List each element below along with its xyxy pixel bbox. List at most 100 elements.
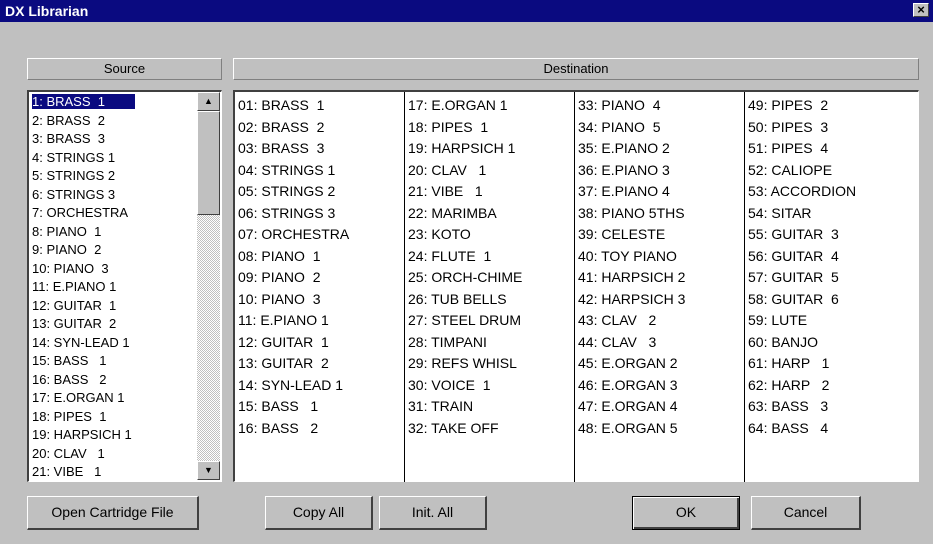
source-list-item[interactable]: 6: STRINGS 3 [32,187,115,202]
destination-slot[interactable]: 41: HARPSICH 2 [578,268,685,286]
destination-slot[interactable]: 16: BASS 2 [238,419,318,437]
ok-button[interactable]: OK [632,496,740,530]
destination-slot[interactable]: 11: E.PIANO 1 [238,311,329,329]
source-list-item[interactable]: 12: GUITAR 1 [32,298,116,313]
source-list-item[interactable]: 1: BRASS 1 [31,93,136,110]
source-list-item[interactable]: 9: PIANO 2 [32,242,101,257]
source-list-item[interactable]: 17: E.ORGAN 1 [32,390,124,405]
destination-column: 49: PIPES 2 50: PIPES 3 51: PIPES 4 52: CAL… [745,92,919,482]
destination-slot[interactable]: 13: GUITAR 2 [238,354,329,372]
source-list-item[interactable]: 14: SYN-LEAD 1 [32,335,130,350]
destination-slot[interactable]: 07: ORCHESTRA [238,225,349,243]
scroll-down-button[interactable]: ▼ [197,461,220,480]
destination-slot[interactable]: 09: PIANO 2 [238,268,320,286]
destination-slot[interactable]: 18: PIPES 1 [408,118,488,136]
source-list-item[interactable]: 20: CLAV 1 [32,446,105,461]
destination-slot[interactable]: 10: PIANO 3 [238,290,320,308]
destination-slot[interactable]: 48: E.ORGAN 5 [578,419,678,437]
destination-slot[interactable]: 31: TRAIN [408,397,473,415]
destination-slot[interactable]: 37: E.PIANO 4 [578,182,670,200]
destination-slot[interactable]: 20: CLAV 1 [408,161,486,179]
source-list-item[interactable]: 11: E.PIANO 1 [32,279,116,294]
destination-slot[interactable]: 14: SYN-LEAD 1 [238,376,343,394]
destination-slot[interactable]: 42: HARPSICH 3 [578,290,685,308]
destination-slot[interactable]: 01: BRASS 1 [238,96,324,114]
destination-slot[interactable]: 63: BASS 3 [748,397,828,415]
source-list-item[interactable]: 2: BRASS 2 [32,113,105,128]
destination-slot[interactable]: 27: STEEL DRUM [408,311,521,329]
destination-slot[interactable]: 40: TOY PIANO [578,247,677,265]
destination-slot[interactable]: 24: FLUTE 1 [408,247,491,265]
destination-slot[interactable]: 58: GUITAR 6 [748,290,839,308]
source-list-item[interactable]: 3: BRASS 3 [32,131,105,146]
destination-slot[interactable]: 55: GUITAR 3 [748,225,839,243]
cancel-button[interactable]: Cancel [751,496,861,530]
destination-slot[interactable]: 47: E.ORGAN 4 [578,397,678,415]
source-list-item[interactable]: 4: STRINGS 1 [32,150,115,165]
destination-slot[interactable]: 50: PIPES 3 [748,118,828,136]
source-list[interactable]: 1: BRASS 1 2: BRASS 2 3: BRASS 3 4: STRINGS… [27,90,222,482]
init-all-button[interactable]: Init. All [379,496,487,530]
destination-slot[interactable]: 15: BASS 1 [238,397,318,415]
destination-slot[interactable]: 12: GUITAR 1 [238,333,329,351]
destination-slot[interactable]: 08: PIANO 1 [238,247,320,265]
copy-all-button[interactable]: Copy All [265,496,373,530]
source-scrollbar[interactable]: ▲ ▼ [197,92,220,480]
destination-slot[interactable]: 06: STRINGS 3 [238,204,335,222]
destination-slot[interactable]: 54: SITAR [748,204,812,222]
source-list-item[interactable]: 13: GUITAR 2 [32,316,116,331]
source-list-item[interactable]: 21: VIBE 1 [32,464,101,479]
destination-slot[interactable]: 26: TUB BELLS [408,290,507,308]
destination-slot[interactable]: 32: TAKE OFF [408,419,499,437]
arrow-down-icon: ▼ [204,465,213,475]
source-list-item[interactable]: 16: BASS 2 [32,372,106,387]
destination-slot[interactable]: 28: TIMPANI [408,333,487,351]
destination-slot[interactable]: 39: CELESTE [578,225,665,243]
destination-slot[interactable]: 19: HARPSICH 1 [408,139,515,157]
destination-slot[interactable]: 56: GUITAR 4 [748,247,839,265]
destination-slot[interactable]: 03: BRASS 3 [238,139,324,157]
destination-slot[interactable]: 04: STRINGS 1 [238,161,335,179]
title-bar: DX Librarian × [0,0,933,22]
destination-slot[interactable]: 25: ORCH-CHIME [408,268,522,286]
destination-slot[interactable]: 22: MARIMBA [408,204,497,222]
close-button[interactable]: × [913,3,929,17]
source-list-item[interactable]: 19: HARPSICH 1 [32,427,132,442]
destination-slot[interactable]: 43: CLAV 2 [578,311,656,329]
destination-slot[interactable]: 59: LUTE [748,311,807,329]
source-list-item[interactable]: 5: STRINGS 2 [32,168,115,183]
source-list-item[interactable]: 18: PIPES 1 [32,409,106,424]
source-list-item[interactable]: 15: BASS 1 [32,353,106,368]
source-list-item[interactable]: 7: ORCHESTRA [32,205,128,220]
destination-column: 17: E.ORGAN 1 18: PIPES 1 19: HARPSICH 1 20… [405,92,575,482]
destination-slot[interactable]: 05: STRINGS 2 [238,182,335,200]
destination-slot[interactable]: 21: VIBE 1 [408,182,483,200]
destination-slot[interactable]: 49: PIPES 2 [748,96,828,114]
destination-slot[interactable]: 52: CALIOPE [748,161,832,179]
destination-slot[interactable]: 60: BANJO [748,333,818,351]
destination-slot[interactable]: 45: E.ORGAN 2 [578,354,678,372]
open-cartridge-file-button[interactable]: Open Cartridge File [27,496,199,530]
destination-slot[interactable]: 02: BRASS 2 [238,118,324,136]
destination-slot[interactable]: 57: GUITAR 5 [748,268,839,286]
scroll-up-button[interactable]: ▲ [197,92,220,111]
destination-slot[interactable]: 64: BASS 4 [748,419,828,437]
destination-slot[interactable]: 34: PIANO 5 [578,118,660,136]
destination-slot[interactable]: 17: E.ORGAN 1 [408,96,508,114]
destination-slot[interactable]: 23: KOTO [408,225,471,243]
destination-slot[interactable]: 44: CLAV 3 [578,333,656,351]
source-list-item[interactable]: 10: PIANO 3 [32,261,109,276]
scroll-thumb[interactable] [197,111,220,215]
destination-slot[interactable]: 53: ACCORDION [748,182,856,200]
destination-slot[interactable]: 38: PIANO 5THS [578,204,685,222]
source-list-item[interactable]: 8: PIANO 1 [32,224,101,239]
destination-slot[interactable]: 51: PIPES 4 [748,139,828,157]
destination-slot[interactable]: 33: PIANO 4 [578,96,660,114]
destination-slot[interactable]: 36: E.PIANO 3 [578,161,670,179]
destination-slot[interactable]: 62: HARP 2 [748,376,829,394]
destination-slot[interactable]: 61: HARP 1 [748,354,829,372]
destination-slot[interactable]: 46: E.ORGAN 3 [578,376,678,394]
destination-slot[interactable]: 35: E.PIANO 2 [578,139,670,157]
destination-slot[interactable]: 29: REFS WHISL [408,354,517,372]
destination-slot[interactable]: 30: VOICE 1 [408,376,490,394]
